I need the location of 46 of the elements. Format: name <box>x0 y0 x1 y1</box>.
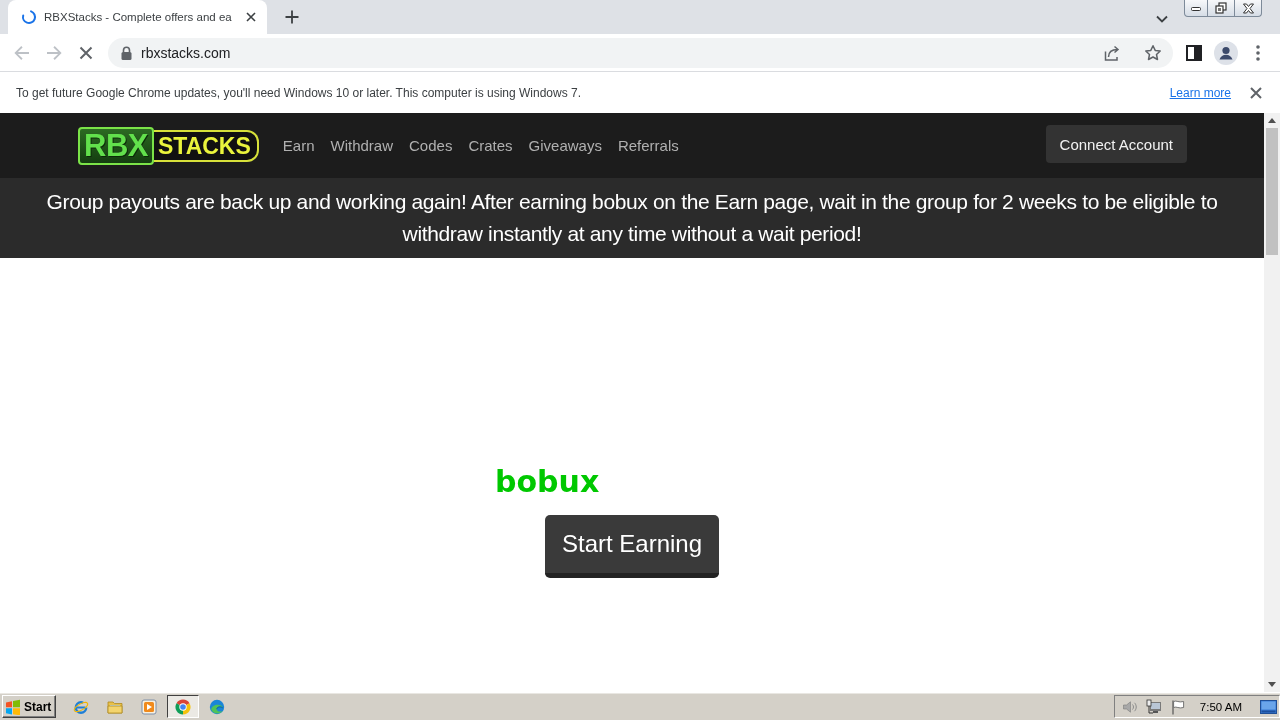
start-button[interactable]: Start <box>2 695 57 718</box>
star-icon[interactable] <box>1144 43 1162 62</box>
profile-avatar-icon[interactable] <box>1214 40 1238 65</box>
nav-link[interactable]: Crates <box>468 137 513 154</box>
minimize-icon <box>1190 4 1202 12</box>
lock-icon[interactable] <box>121 45 132 60</box>
start-logo-icon <box>5 698 21 715</box>
more-menu-icon[interactable] <box>1256 44 1260 61</box>
logo-text[interactable]: STACKS <box>153 129 259 162</box>
folder-icon <box>107 698 124 715</box>
learn-more-link[interactable]: Learn more <box>1169 85 1231 100</box>
play-icon <box>141 698 158 715</box>
side-panel-icon[interactable] <box>1185 43 1203 62</box>
restore-icon <box>1215 2 1227 14</box>
nav-link[interactable]: Giveaways <box>528 137 602 154</box>
nav-link[interactable]: Codes <box>409 137 453 154</box>
e-letter-icon <box>73 698 90 715</box>
nav-link[interactable]: Withdraw <box>330 137 393 154</box>
address-field[interactable]: rbxstacks.com <box>108 37 1173 68</box>
nav-link[interactable]: Referrals <box>617 137 679 154</box>
ring-logo-icon <box>175 698 192 715</box>
close-icon[interactable] <box>1249 85 1263 100</box>
close-window-button[interactable] <box>1235 0 1262 17</box>
clock-text[interactable]: 7:50 AM <box>1199 700 1242 713</box>
scroll-up-icon[interactable] <box>1268 118 1276 123</box>
scroll-down-icon[interactable] <box>1268 682 1276 687</box>
show-desktop-icon[interactable] <box>1260 699 1277 714</box>
connect-account-button[interactable]: Connect Account <box>1045 125 1187 163</box>
info-message: To get future Google Chrome updates, you'll need Windows 10 or later. This computer is using Windows 7. <box>16 85 583 100</box>
start-earning-button[interactable]: Start Earning <box>544 515 720 578</box>
browser-tab[interactable]: RBXStacks - Complete offers and ea <box>8 0 267 34</box>
scrollbar-thumb[interactable] <box>1266 128 1278 255</box>
share-icon[interactable] <box>1103 43 1121 62</box>
plus-icon[interactable] <box>283 9 300 25</box>
chevron-down-icon[interactable] <box>1155 15 1169 24</box>
headline-text: bobux <box>495 464 600 500</box>
restore-button[interactable] <box>1208 0 1235 17</box>
minimize-button[interactable] <box>1184 0 1208 17</box>
wave-logo-icon <box>209 698 226 715</box>
announcement-text: Group payouts are back up and working again! After earning bobux on the Earn page, wait in the group for 2 weeks to be eligible to withdraw instantly at any time without a wait period! <box>45 189 1219 247</box>
network-computer-icon[interactable] <box>1145 698 1162 715</box>
taskbar-app-button[interactable] <box>167 695 200 718</box>
flag-icon[interactable] <box>1169 698 1186 715</box>
logo-text[interactable]: RBX <box>78 126 154 165</box>
nav-link[interactable]: Earn <box>282 137 315 154</box>
close-icon <box>1241 2 1255 14</box>
